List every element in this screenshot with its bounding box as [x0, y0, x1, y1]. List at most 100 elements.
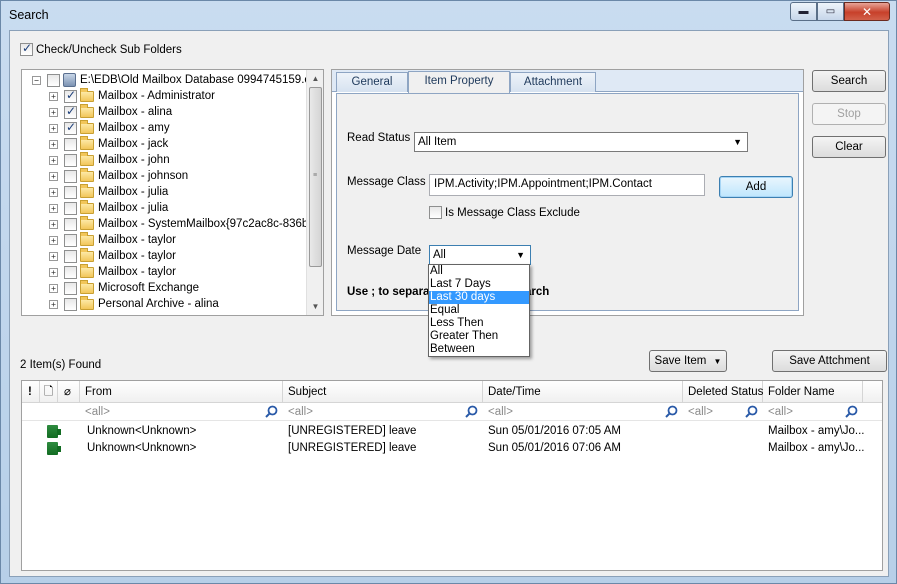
search-icon[interactable]	[265, 405, 278, 418]
tree-root-checkbox[interactable]	[47, 73, 60, 87]
expand-icon[interactable]: +	[49, 203, 58, 213]
tab-general[interactable]: General	[336, 72, 408, 92]
tree-item[interactable]: + Mailbox - jack	[49, 135, 168, 152]
scroll-thumb[interactable]: ≡	[309, 87, 322, 267]
save-attachment-button[interactable]: Save Attchment	[772, 350, 887, 372]
document-icon[interactable]: 🗋	[40, 381, 58, 403]
tree-item-checkbox[interactable]	[64, 281, 77, 295]
tab-attachment[interactable]: Attachment	[510, 72, 596, 92]
expand-icon[interactable]: +	[49, 299, 58, 309]
read-status-select[interactable]: All Item ▼	[414, 132, 748, 152]
tree-item-checkbox[interactable]	[64, 217, 77, 231]
scroll-up-icon[interactable]: ▲	[307, 70, 323, 87]
tree-item[interactable]: + Mailbox - julia	[49, 199, 168, 216]
tree-item-checkbox[interactable]	[64, 137, 77, 151]
save-item-button[interactable]: Save Item ▼	[649, 350, 727, 372]
scroll-down-icon[interactable]: ▼	[307, 298, 323, 315]
message-class-input[interactable]: IPM.Activity;IPM.Appointment;IPM.Contact	[429, 174, 705, 196]
deleted-cell	[688, 440, 763, 457]
tree-item[interactable]: + Mailbox - john	[49, 151, 170, 168]
expand-icon[interactable]: +	[49, 283, 58, 293]
tree-item-checkbox[interactable]	[64, 88, 77, 103]
expand-icon[interactable]: +	[49, 235, 58, 245]
date-option[interactable]: Last 7 Days	[429, 278, 529, 291]
date-option[interactable]: All	[429, 265, 529, 278]
message-date-select[interactable]: All ▼	[429, 245, 531, 265]
date-option[interactable]: Last 30 days	[429, 291, 529, 304]
attachment-icon[interactable]: ⌀	[58, 381, 80, 403]
search-button[interactable]: Search	[812, 70, 886, 92]
subfolders-toggle[interactable]: Check/Uncheck Sub Folders	[20, 41, 182, 56]
tree-item[interactable]: + Mailbox - taylor	[49, 263, 176, 280]
date-option[interactable]: Greater Then	[429, 330, 529, 343]
datetime-cell: Sun 05/01/2016 07:05 AM	[488, 425, 621, 437]
results-grid[interactable]: ! 🗋 ⌀ From Subject Date/Time Deleted Sta…	[21, 380, 883, 571]
title-bar[interactable]: Search ▬ ▭ ✕	[1, 1, 896, 29]
clear-button[interactable]: Clear	[812, 136, 886, 158]
tree-item[interactable]: + Microsoft Exchange	[49, 279, 199, 296]
date-option[interactable]: Equal	[429, 304, 529, 317]
tree-item[interactable]: + Mailbox - taylor	[49, 247, 176, 264]
tree-root[interactable]: − E:\EDB\Old Mailbox Database 0994745159…	[32, 72, 323, 88]
tree-item-checkbox[interactable]	[64, 120, 77, 135]
exclude-checkbox[interactable]	[429, 206, 442, 219]
tree-item[interactable]: + Mailbox - amy	[49, 119, 170, 136]
tree-item-label: Mailbox - julia	[98, 186, 169, 198]
subject-column-header[interactable]: Subject	[283, 381, 483, 403]
search-icon[interactable]	[465, 405, 478, 418]
subfolders-checkbox[interactable]	[20, 41, 33, 56]
tree-item-checkbox[interactable]	[64, 104, 77, 119]
date-option[interactable]: Between	[429, 343, 529, 356]
search-icon[interactable]	[845, 405, 858, 418]
stop-button[interactable]: Stop	[812, 103, 886, 125]
minimize-button[interactable]: ▬	[790, 2, 817, 21]
search-icon[interactable]	[665, 405, 678, 418]
tree-scrollbar[interactable]: ▲ ≡ ▼	[306, 70, 323, 315]
tree-item[interactable]: + Mailbox - Administrator	[49, 87, 215, 104]
table-row[interactable]: Unknown<Unknown> [UNREGISTERED] leave Sun …	[22, 440, 882, 457]
folder-name-column-header[interactable]: Folder Name	[763, 381, 863, 403]
expand-icon[interactable]: +	[49, 219, 58, 229]
folder-tree[interactable]: − E:\EDB\Old Mailbox Database 0994745159…	[21, 69, 324, 316]
search-icon[interactable]	[745, 405, 758, 418]
tab-item-property[interactable]: Item Property	[408, 71, 510, 93]
exclude-toggle[interactable]: Is Message Class Exclude	[429, 206, 580, 219]
tree-item-checkbox[interactable]	[64, 201, 77, 215]
tree-item-checkbox[interactable]	[64, 233, 77, 247]
tree-item-checkbox[interactable]	[64, 297, 77, 311]
expand-icon[interactable]: +	[49, 123, 58, 133]
tree-item[interactable]: + Mailbox - alina	[49, 103, 172, 120]
tree-item-checkbox[interactable]	[64, 185, 77, 199]
tree-item[interactable]: + Mailbox - taylor	[49, 231, 176, 248]
add-button[interactable]: Add	[719, 176, 793, 198]
expand-icon[interactable]: +	[49, 139, 58, 149]
tree-item[interactable]: + Mailbox - johnson	[49, 167, 188, 184]
tree-item-checkbox[interactable]	[64, 265, 77, 279]
expand-icon[interactable]: +	[49, 107, 58, 117]
close-button[interactable]: ✕	[844, 2, 890, 21]
maximize-button[interactable]: ▭	[817, 2, 844, 21]
date-option[interactable]: Less Then	[429, 317, 529, 330]
importance-column-header[interactable]: !	[22, 381, 40, 403]
from-filter-input[interactable]: <all>	[80, 403, 283, 421]
tree-item-checkbox[interactable]	[64, 169, 77, 183]
subject-filter-input[interactable]: <all>	[283, 403, 483, 421]
table-row[interactable]: Unknown<Unknown> [UNREGISTERED] leave Sun …	[22, 423, 882, 440]
expand-icon[interactable]: +	[49, 187, 58, 197]
collapse-icon[interactable]: −	[32, 75, 41, 85]
tree-item[interactable]: + Mailbox - julia	[49, 183, 169, 200]
datetime-filter-input[interactable]: <all>	[483, 403, 683, 421]
expand-icon[interactable]: +	[49, 155, 58, 165]
expand-icon[interactable]: +	[49, 91, 58, 101]
expand-icon[interactable]: +	[49, 251, 58, 261]
tree-item-checkbox[interactable]	[64, 249, 77, 263]
deleted-status-column-header[interactable]: Deleted Status	[683, 381, 763, 403]
expand-icon[interactable]: +	[49, 267, 58, 277]
message-date-options[interactable]: All Last 7 Days Last 30 days Equal Less Then…	[428, 264, 530, 357]
tree-item[interactable]: + Personal Archive - alina	[49, 295, 219, 312]
expand-icon[interactable]: +	[49, 171, 58, 181]
from-column-header[interactable]: From	[80, 381, 283, 403]
datetime-column-header[interactable]: Date/Time	[483, 381, 683, 403]
tree-item[interactable]: + Mailbox - SystemMailbox{97c2ac8c-836b-4…	[49, 215, 323, 232]
tree-item-checkbox[interactable]	[64, 153, 77, 167]
